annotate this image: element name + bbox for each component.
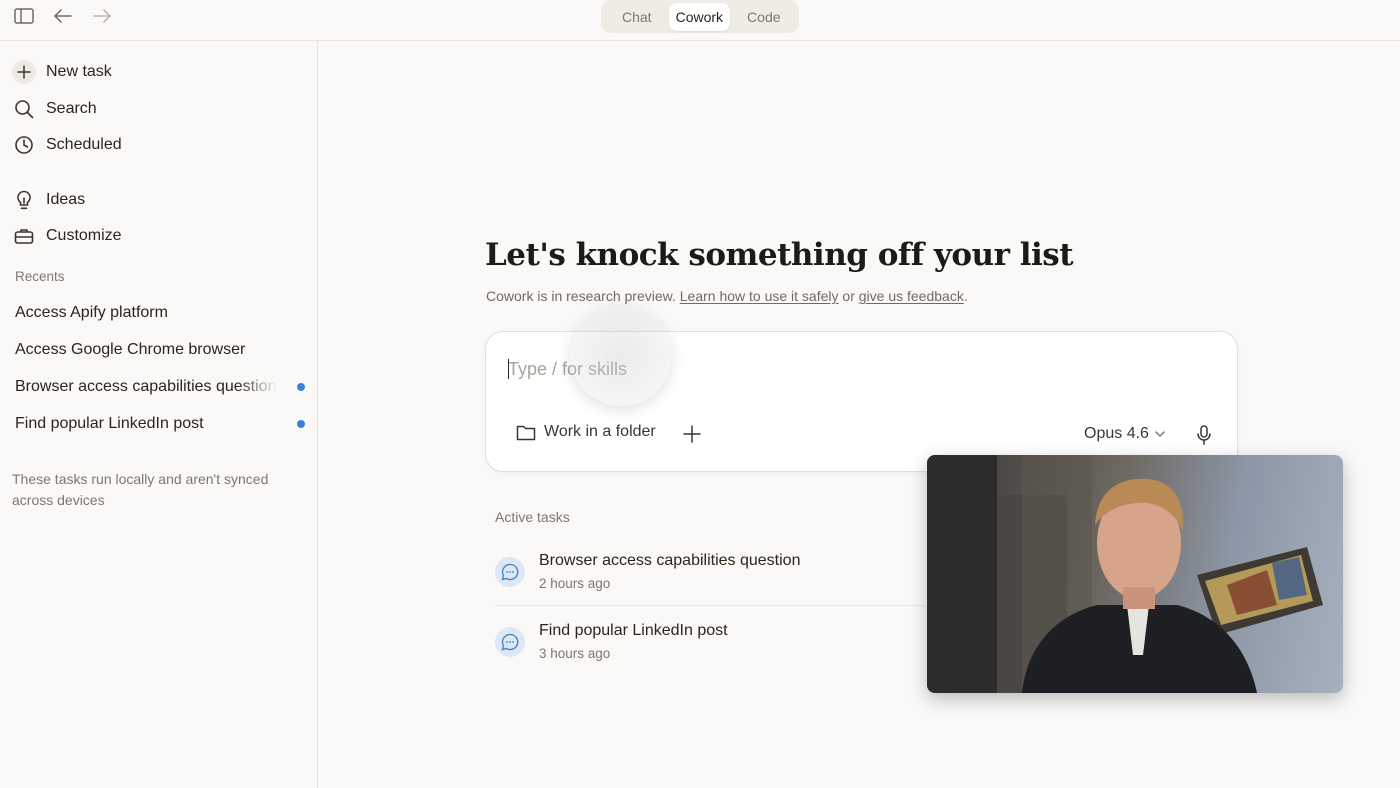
- recent-item-label: Find popular LinkedIn post: [15, 415, 204, 432]
- chevron-down-icon: [1155, 430, 1165, 438]
- feedback-link[interactable]: give us feedback: [859, 288, 964, 304]
- clock-icon: [12, 133, 36, 157]
- webcam-person-image: [927, 455, 1323, 693]
- active-task-row[interactable]: Find popular LinkedIn post 3 hours ago: [495, 619, 925, 681]
- ideas-button[interactable]: Ideas: [12, 186, 85, 214]
- scheduled-button[interactable]: Scheduled: [12, 131, 122, 159]
- tab-code[interactable]: Code: [740, 3, 787, 31]
- ideas-label: Ideas: [46, 191, 86, 208]
- task-divider: [495, 605, 925, 606]
- scheduled-label: Scheduled: [46, 136, 122, 153]
- text-caret: [508, 359, 509, 379]
- active-task-row[interactable]: Browser access capabilities question 2 h…: [495, 549, 925, 611]
- subline-suffix: .: [963, 288, 968, 304]
- recents-heading: Recents: [15, 269, 65, 284]
- add-attachment-button[interactable]: [682, 424, 702, 444]
- back-arrow-icon[interactable]: [52, 6, 74, 26]
- recent-item[interactable]: Access Google Chrome browser: [15, 337, 305, 363]
- unread-dot: [297, 420, 305, 428]
- recent-item[interactable]: Browser access capabilities question: [15, 374, 305, 400]
- learn-safety-link[interactable]: Learn how to use it safely: [680, 288, 839, 304]
- active-tasks-heading: Active tasks: [495, 509, 570, 525]
- sidebar: New task Search Scheduled Ideas Customiz…: [0, 41, 318, 788]
- mode-switcher: Chat Cowork Code: [601, 0, 799, 33]
- research-preview-note: Cowork is in research preview. Learn how…: [486, 288, 968, 304]
- toolbox-icon: [12, 224, 36, 248]
- new-task-label: New task: [46, 63, 112, 80]
- active-task-time: 3 hours ago: [539, 646, 611, 661]
- microphone-button[interactable]: [1194, 424, 1214, 446]
- forward-arrow-icon[interactable]: [91, 6, 113, 26]
- lightbulb-icon: [12, 188, 36, 212]
- chat-bubble-icon: [495, 557, 525, 587]
- sync-note: These tasks run locally and aren't synce…: [12, 471, 269, 508]
- search-label: Search: [46, 100, 97, 117]
- webcam-overlay: [927, 455, 1343, 693]
- recent-item-label: Access Apify platform: [15, 304, 168, 321]
- active-task-title: Find popular LinkedIn post: [539, 622, 728, 639]
- chat-bubble-icon: [495, 627, 525, 657]
- pointer-highlight: [570, 304, 672, 406]
- subline-mid: or: [838, 288, 859, 304]
- customize-label: Customize: [46, 227, 122, 244]
- tab-cowork[interactable]: Cowork: [668, 2, 731, 31]
- work-in-folder-button[interactable]: Work in a folder: [516, 423, 656, 441]
- model-selector[interactable]: Opus 4.6: [1084, 425, 1165, 443]
- microphone-icon: [1197, 425, 1211, 445]
- app-window: Chat Cowork Code New task Search Schedul…: [0, 0, 1400, 788]
- plus-icon: [683, 425, 701, 443]
- active-task-time: 2 hours ago: [539, 576, 611, 591]
- top-bar: Chat Cowork Code: [0, 0, 1400, 41]
- recent-item-label: Access Google Chrome browser: [15, 341, 246, 358]
- recent-item-label: Browser access capabilities question: [15, 378, 277, 395]
- search-icon: [12, 97, 36, 121]
- active-task-title: Browser access capabilities question: [539, 552, 801, 569]
- new-task-button[interactable]: New task: [12, 58, 112, 86]
- search-button[interactable]: Search: [12, 95, 97, 123]
- plus-icon: [12, 60, 36, 84]
- folder-icon: [516, 424, 536, 441]
- model-label: Opus 4.6: [1084, 425, 1149, 442]
- work-in-folder-label: Work in a folder: [544, 423, 656, 440]
- customize-button[interactable]: Customize: [12, 222, 122, 250]
- unread-dot: [297, 383, 305, 391]
- page-title: Let's knock something off your list: [485, 237, 1074, 273]
- recent-item[interactable]: Find popular LinkedIn post: [15, 411, 305, 437]
- tab-chat[interactable]: Chat: [615, 3, 659, 31]
- subline-prefix: Cowork is in research preview.: [486, 288, 680, 304]
- sidebar-toggle-icon[interactable]: [13, 6, 35, 26]
- recent-item[interactable]: Access Apify platform: [15, 300, 305, 326]
